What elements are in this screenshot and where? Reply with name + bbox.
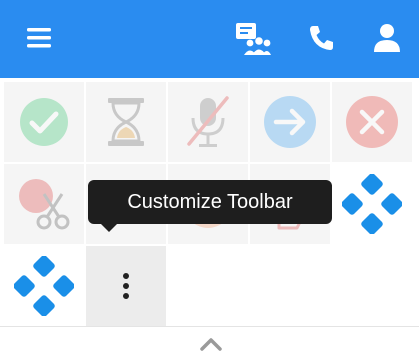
arrow-right-circle-icon [262,94,318,150]
app-button-1[interactable] [332,164,412,244]
phone-icon[interactable] [307,24,335,52]
app-button-2[interactable] [4,246,84,326]
mute-button[interactable] [168,82,248,162]
end-button[interactable] [332,82,412,162]
group-chat-icon[interactable] [235,22,271,56]
user-icon[interactable] [373,23,401,53]
menu-icon[interactable] [25,24,53,52]
hourglass-icon [104,96,148,148]
chevron-up-icon[interactable] [198,333,224,355]
toolbar-header [0,0,419,78]
diamond-grid-icon [342,174,402,234]
ready-button[interactable] [4,82,84,162]
disconnect-button[interactable] [4,164,84,244]
vertical-dots-icon [121,272,131,300]
diamond-grid-icon [14,256,74,316]
more-button[interactable] [86,246,166,326]
microphone-off-icon [183,94,233,150]
check-circle-icon [18,96,70,148]
close-circle-icon [344,94,400,150]
scissors-icon [14,176,74,232]
transfer-button[interactable] [250,82,330,162]
toolbar-footer [0,326,419,362]
wait-button[interactable] [86,82,166,162]
customize-toolbar-tooltip: Customize Toolbar [88,180,332,232]
